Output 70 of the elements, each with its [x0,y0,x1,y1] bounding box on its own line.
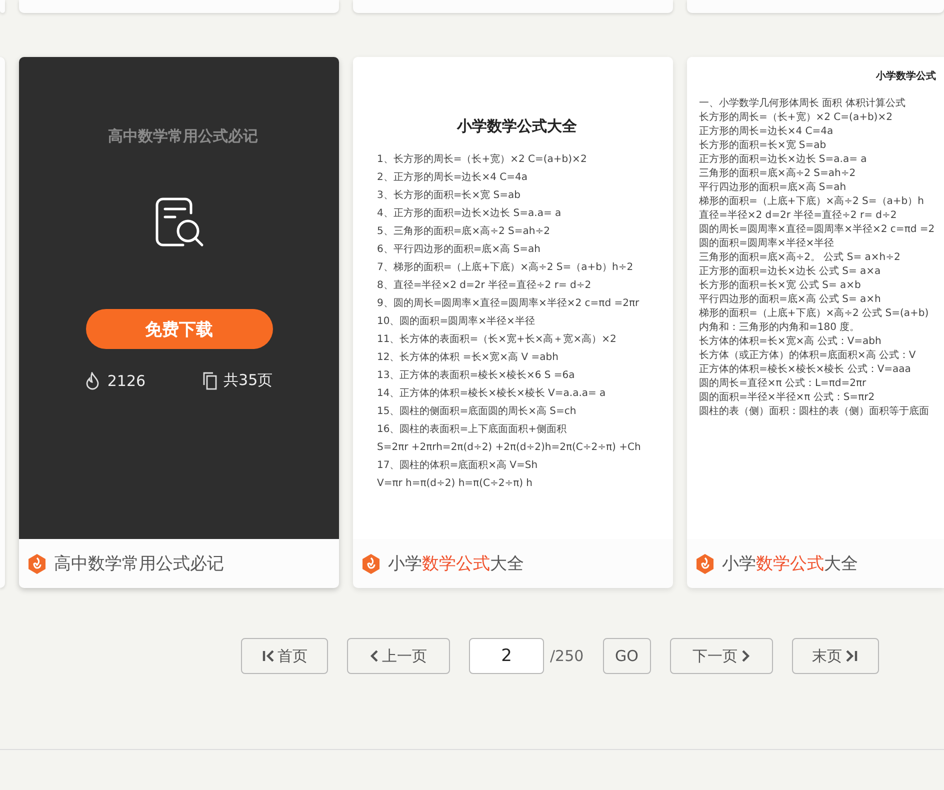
document-line: 12、长方体的体积 =长×宽×高 V =abh [377,352,560,364]
document-line: 圆柱的表（侧）面积：圆柱的表（侧）面积等于底面 [699,406,930,417]
document-line: 圆的周长=直径×π 公式：L=πd=2πr [699,378,868,389]
document-card[interactable]: 高中数学常用公式必记 免费下载 2126 共35页 高中数学常用公式必记 [19,57,339,588]
document-line: 梯形的面积=（上底+下底）×高÷2 S=（a+b）h [699,196,925,207]
page-number-input[interactable]: 2 [469,638,544,674]
document-line: 13、正方体的表面积=棱长×棱长×6 S =6a [377,370,576,382]
go-button[interactable]: GO [602,638,651,674]
document-card-title[interactable]: 高中数学常用公式必记 [54,552,224,575]
view-count: 2126 [107,372,146,390]
document-line: 长方体的体积=长×宽×高 公式：V=abh [699,336,882,347]
document-line: 9、圆的周长=圆周率×直径=圆周率×半径×2 c=πd =2πr [377,298,640,310]
document-line: 圆的面积=圆周率×半径×半径 [699,238,836,249]
chevron-left-icon [370,649,380,663]
previous-page-button[interactable]: 上一页 [347,638,450,674]
document-line: 长方形的面积=长×宽 S=ab [699,140,828,151]
document-line: 2、正方形的周长=边长×4 C=4a [377,172,529,184]
document-search-icon [153,197,205,249]
document-title: 高中数学常用公式必记 [108,127,258,146]
document-line: S=2πr +2πrh=2π(d÷2) +2π(d÷2)h=2π(C÷2÷π) +Ch [377,442,642,454]
chevron-right-icon [740,649,750,663]
pages-icon [202,372,218,390]
flame-badge-icon [362,554,380,574]
document-line: 三角形的面积=底×高÷2 S=ah÷2 [699,168,857,179]
card-edge [0,0,5,13]
document-line: 长方体（或正方体）的体积=底面积×高 公式：V [699,350,917,361]
document-title: 小学数学公式大全 [457,117,577,136]
document-line: 一、小学数学几何形体周长 面积 体积计算公式 [699,98,906,109]
document-line: 1、长方形的周长=（长+宽）×2 C=(a+b)×2 [377,154,588,166]
first-page-button[interactable]: 首页 [241,638,328,674]
last-page-button[interactable]: 末页 [792,638,879,674]
document-line: 15、圆柱的侧面积=底面圆的周长×高 S=ch [377,406,578,418]
flame-badge-icon [28,554,46,574]
first-icon [262,649,276,663]
document-line: 10、圆的面积=圆周率×半径×半径 [377,316,536,328]
document-line: 11、长方体的表面积=（长×宽+长×高＋宽×高）×2 [377,334,618,346]
document-line: 内角和：三角形的内角和=180 度。 [699,322,861,333]
document-title: 小学数学公式 [876,70,937,83]
document-line: 圆的面积=半径×半径×π 公式：S=πr2 [699,392,876,403]
last-icon [844,649,858,663]
document-line: 16、圆柱的表面积=上下底面面积+侧面积 [377,424,568,436]
document-line: 4、正方形的面积=边长×边长 S=a.a= a [377,208,562,220]
document-line: 正方形的面积=边长×边长 S=a.a= a [699,154,868,165]
document-line: 7、梯形的面积=（上底+下底）×高÷2 S=（a+b）h÷2 [377,262,634,274]
document-line: 平行四边形的面积=底×高 S=ah [699,182,848,193]
document-line: 三角形的面积=底×高÷2。 公式 S= a×h÷2 [699,252,902,263]
document-line: 梯形的面积=（上底+下底）×高÷2 公式 S=(a+b) [699,308,930,319]
document-line: 正方形的周长=边长×4 C=4a [699,126,834,137]
document-line: 圆的周长=圆周率×直径=圆周率×半径×2 c=πd =2 [699,224,936,235]
document-line: 直径=半径×2 d=2r 半径=直径÷2 r= d÷2 [699,210,898,221]
document-card-title[interactable]: 小学数学公式大全 [722,552,858,575]
document-line: 3、长方形的面积=长×宽 S=ab [377,190,522,202]
document-line: 6、平行四边形的面积=底×高 S=ah [377,244,542,256]
document-line: 14、正方体的体积=棱长×棱长×棱长 V=a.a.a= a [377,388,607,400]
document-line: 长方形的周长=（长+宽）×2 C=(a+b)×2 [699,112,894,123]
document-card-title[interactable]: 小学数学公式大全 [388,552,524,575]
flame-icon [85,372,102,390]
next-page-button[interactable]: 下一页 [670,638,773,674]
document-line: 5、三角形的面积=底×高÷2 S=ah÷2 [377,226,551,238]
document-line: 正方体的体积=棱长×棱长×棱长 公式：V=aaa [699,364,912,375]
flame-badge-icon [696,554,714,574]
document-line: 正方形的面积=边长×边长 公式 S= a×a [699,266,882,277]
document-line: V=πr h=π(d÷2) h=π(C÷2÷π) h [377,478,534,490]
document-line: 8、直径=半径×2 d=2r 半径=直径÷2 r= d÷2 [377,280,592,292]
document-line: 长方形的面积=长×宽 公式 S= a×b [699,280,862,291]
document-line: 17、圆柱的体积=底面积×高 V=Sh [377,460,539,472]
document-preview[interactable]: 高中数学常用公式必记 免费下载 2126 共35页 [19,57,339,539]
document-line: 平行四边形的面积=底×高 公式 S= a×h [699,294,882,305]
total-pages: /250 [550,647,584,665]
page-count: 共35页 [224,371,273,390]
